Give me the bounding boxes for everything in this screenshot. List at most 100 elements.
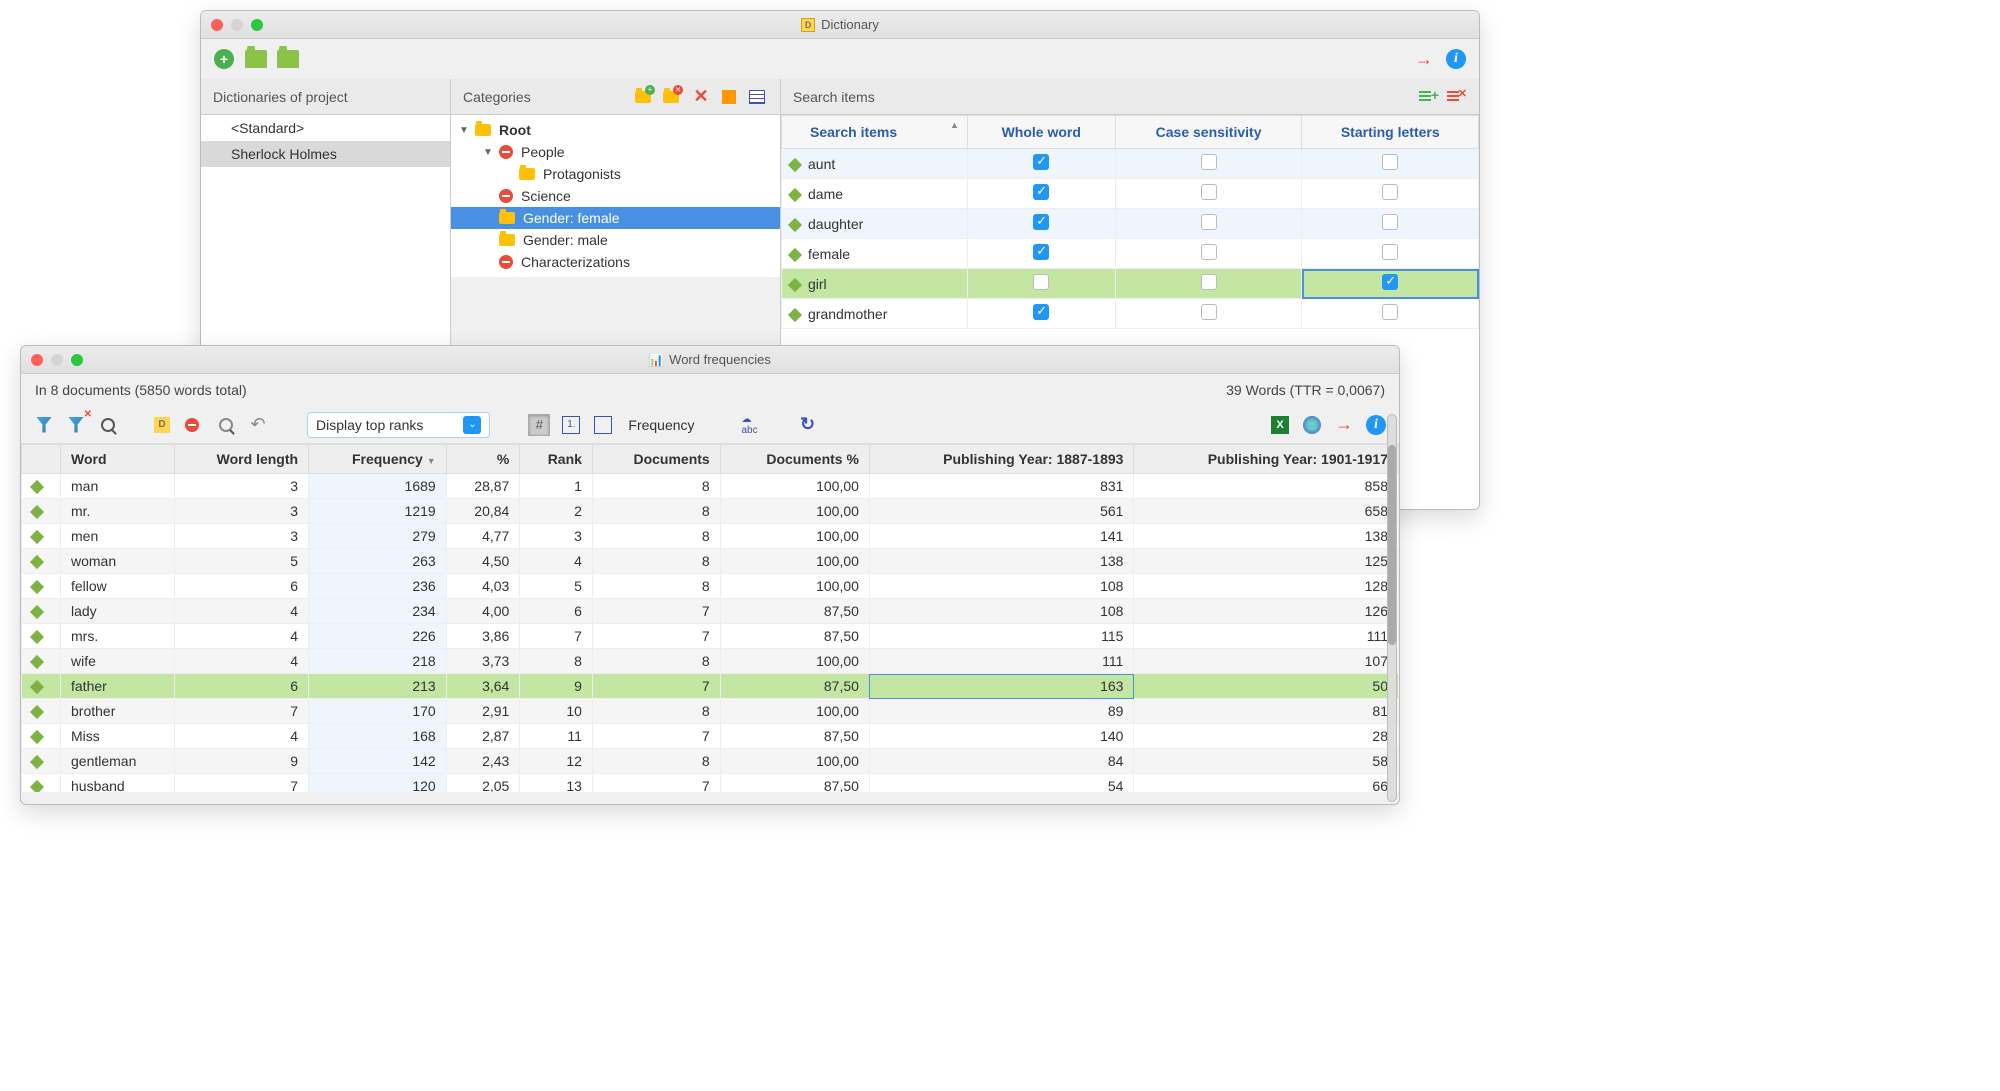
table-cell[interactable]: 168 bbox=[309, 724, 447, 749]
table-cell[interactable]: 858 bbox=[1134, 474, 1399, 499]
clear-filter-button[interactable] bbox=[65, 414, 87, 436]
table-cell[interactable] bbox=[22, 599, 61, 624]
table-cell[interactable]: 3 bbox=[174, 474, 309, 499]
table-cell[interactable]: 13 bbox=[520, 774, 593, 793]
table-cell[interactable]: 111 bbox=[869, 649, 1134, 674]
search-item-row[interactable]: female bbox=[782, 239, 1479, 269]
table-cell[interactable]: 8 bbox=[592, 749, 720, 774]
table-cell[interactable]: 8 bbox=[592, 499, 720, 524]
column-header-rank[interactable]: Rank bbox=[520, 445, 593, 474]
table-cell[interactable]: 3 bbox=[520, 524, 593, 549]
column-header-documents[interactable]: Documents bbox=[592, 445, 720, 474]
table-cell[interactable]: 87,50 bbox=[720, 724, 869, 749]
table-cell[interactable]: 8 bbox=[592, 474, 720, 499]
table-cell[interactable]: wife bbox=[61, 649, 175, 674]
case-sensitivity-checkbox[interactable] bbox=[1201, 304, 1217, 320]
table-row[interactable]: mrs.42263,867787,50115111 bbox=[22, 624, 1399, 649]
refresh-button[interactable]: ↻ bbox=[797, 414, 819, 436]
table-cell[interactable]: 6 bbox=[520, 599, 593, 624]
import-dictionary-button[interactable] bbox=[277, 48, 299, 70]
table-cell[interactable]: 1 bbox=[520, 474, 593, 499]
table-cell[interactable]: 107 bbox=[1134, 649, 1399, 674]
table-cell[interactable]: 66 bbox=[1134, 774, 1399, 793]
table-cell[interactable]: 4 bbox=[174, 724, 309, 749]
table-cell[interactable]: 4 bbox=[174, 649, 309, 674]
table-cell[interactable]: 234 bbox=[309, 599, 447, 624]
table-cell[interactable] bbox=[22, 499, 61, 524]
table-cell[interactable]: 7 bbox=[592, 724, 720, 749]
whole-word-checkbox[interactable] bbox=[1033, 244, 1049, 260]
table-cell[interactable]: 125 bbox=[1134, 549, 1399, 574]
table-cell[interactable] bbox=[22, 624, 61, 649]
table-cell[interactable]: 7 bbox=[174, 699, 309, 724]
table-cell[interactable]: 100,00 bbox=[720, 574, 869, 599]
color-button[interactable] bbox=[718, 86, 740, 108]
table-cell[interactable]: 2,91 bbox=[446, 699, 520, 724]
table-row[interactable]: man3168928,8718100,00831858 bbox=[22, 474, 1399, 499]
table-cell[interactable]: 4 bbox=[174, 599, 309, 624]
table-cell[interactable]: 126 bbox=[1134, 599, 1399, 624]
table-cell[interactable] bbox=[22, 724, 61, 749]
table-cell[interactable]: 1689 bbox=[309, 474, 447, 499]
rank-dropdown[interactable]: Display top ranks ⌄ bbox=[307, 412, 490, 438]
table-cell[interactable]: 142 bbox=[309, 749, 447, 774]
case-sensitivity-checkbox[interactable] bbox=[1201, 214, 1217, 230]
table-cell[interactable]: 8 bbox=[592, 699, 720, 724]
tree-node[interactable]: Science bbox=[451, 185, 780, 207]
table-cell[interactable]: 138 bbox=[869, 549, 1134, 574]
table-cell[interactable]: 12 bbox=[520, 749, 593, 774]
tree-node[interactable]: ▼ People bbox=[451, 141, 780, 163]
search-item-row[interactable]: aunt bbox=[782, 149, 1479, 179]
table-cell[interactable] bbox=[22, 699, 61, 724]
table-cell[interactable]: 140 bbox=[869, 724, 1134, 749]
table-cell[interactable]: 7 bbox=[520, 624, 593, 649]
table-cell[interactable]: 4,77 bbox=[446, 524, 520, 549]
table-cell[interactable]: 87,50 bbox=[720, 599, 869, 624]
table-row[interactable]: fellow62364,0358100,00108128 bbox=[22, 574, 1399, 599]
table-cell[interactable]: 7 bbox=[592, 599, 720, 624]
column-header-search-items[interactable]: Search items▲ bbox=[782, 116, 968, 149]
table-cell[interactable]: gentleman bbox=[61, 749, 175, 774]
table-cell[interactable]: mrs. bbox=[61, 624, 175, 649]
table-cell[interactable]: mr. bbox=[61, 499, 175, 524]
column-header-percent[interactable]: % bbox=[446, 445, 520, 474]
table-cell[interactable]: 87,50 bbox=[720, 774, 869, 793]
table-cell[interactable]: 279 bbox=[309, 524, 447, 549]
table-cell[interactable]: 89 bbox=[869, 699, 1134, 724]
dictionary-item[interactable]: <Standard> bbox=[201, 115, 450, 141]
table-cell[interactable]: 4,00 bbox=[446, 599, 520, 624]
table-cell[interactable]: 115 bbox=[869, 624, 1134, 649]
starting-letters-checkbox[interactable] bbox=[1382, 244, 1398, 260]
column-header-word[interactable]: Word bbox=[61, 445, 175, 474]
starting-letters-checkbox[interactable] bbox=[1382, 274, 1398, 290]
delete-item-button[interactable] bbox=[1445, 86, 1467, 108]
table-cell[interactable]: 831 bbox=[869, 474, 1134, 499]
table-cell[interactable]: 20,84 bbox=[446, 499, 520, 524]
table-row[interactable]: woman52634,5048100,00138125 bbox=[22, 549, 1399, 574]
table-cell[interactable]: 108 bbox=[869, 574, 1134, 599]
table-cell[interactable]: 87,50 bbox=[720, 624, 869, 649]
table-cell[interactable] bbox=[22, 774, 61, 793]
table-cell[interactable]: 138 bbox=[1134, 524, 1399, 549]
table-cell[interactable]: 8 bbox=[520, 649, 593, 674]
table-cell[interactable]: 10 bbox=[520, 699, 593, 724]
starting-letters-checkbox[interactable] bbox=[1382, 304, 1398, 320]
export-web-button[interactable] bbox=[1301, 414, 1323, 436]
case-sensitivity-checkbox[interactable] bbox=[1201, 274, 1217, 290]
table-cell[interactable]: 7 bbox=[592, 774, 720, 793]
search-item-row[interactable]: girl bbox=[782, 269, 1479, 299]
table-cell[interactable]: 218 bbox=[309, 649, 447, 674]
table-cell[interactable]: 4 bbox=[174, 624, 309, 649]
open-dictionary-button[interactable] bbox=[245, 48, 267, 70]
tree-node[interactable]: Protagonists bbox=[451, 163, 780, 185]
dictionary-button[interactable]: D bbox=[151, 414, 173, 436]
search-item-row[interactable]: daughter bbox=[782, 209, 1479, 239]
whole-word-checkbox[interactable] bbox=[1033, 184, 1049, 200]
column-header-case-sensitivity[interactable]: Case sensitivity bbox=[1115, 116, 1302, 149]
table-row[interactable]: wife42183,7388100,00111107 bbox=[22, 649, 1399, 674]
table-cell[interactable]: husband bbox=[61, 774, 175, 793]
table-cell[interactable]: 3 bbox=[174, 524, 309, 549]
tree-node[interactable]: Gender: female bbox=[451, 207, 780, 229]
info-button[interactable]: i bbox=[1365, 414, 1387, 436]
table-view-button[interactable] bbox=[746, 86, 768, 108]
